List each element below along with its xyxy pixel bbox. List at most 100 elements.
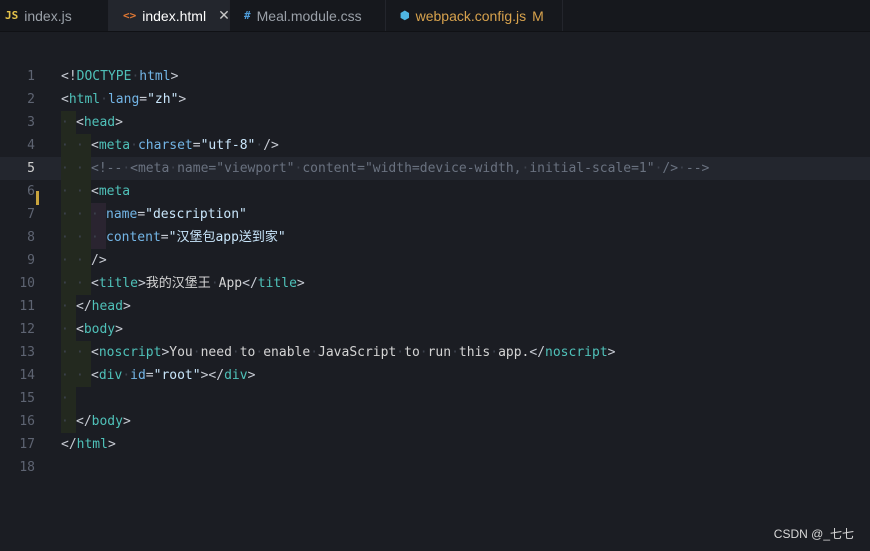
string-token: "汉堡包app送到家" — [168, 230, 286, 245]
whitespace-dot: · — [61, 414, 69, 429]
whitespace-dot: · — [61, 184, 69, 199]
text-token: JavaScript — [318, 345, 397, 360]
attribute-token: name — [106, 207, 138, 222]
text-token: to — [239, 345, 256, 360]
line-number: 14 — [19, 368, 35, 383]
indent-guide: · — [61, 111, 76, 134]
punctuation-token: > — [247, 368, 256, 383]
whitespace-dot: · — [91, 230, 99, 245]
code-line[interactable]: 5 · · <!--·<meta·name="viewport"·content="w… — [0, 157, 870, 180]
punctuation-token: = — [160, 230, 169, 245]
code-line[interactable]: 17 </html> — [0, 433, 870, 456]
punctuation-token: > — [178, 92, 187, 107]
line-number: 1 — [27, 69, 35, 84]
whitespace-dot: · — [122, 368, 131, 383]
tag-name-token: html — [68, 92, 101, 107]
tag-name-token: noscript — [545, 345, 608, 360]
whitespace-dot: · — [61, 207, 69, 222]
line-number: 15 — [19, 391, 35, 406]
tag-name-token: div — [224, 368, 248, 383]
tab-label: webpack.config.js — [415, 7, 527, 24]
punctuation-token: > — [107, 437, 116, 452]
indent-guide: · — [61, 180, 76, 203]
indent-guide: · — [61, 410, 76, 433]
punctuation-token: </ — [61, 437, 77, 452]
line-code: · <body> — [61, 318, 123, 341]
code-line[interactable]: 14 · · <div·id="root"></div> — [0, 364, 870, 387]
string-token: "description" — [145, 207, 247, 222]
code-line[interactable]: 3 · <head> — [0, 111, 870, 134]
indent-guide: · — [76, 272, 91, 295]
text-token: enable — [263, 345, 311, 360]
code-line[interactable]: 12 · <body> — [0, 318, 870, 341]
indent-guide: · — [76, 180, 91, 203]
indent-guide: · — [91, 226, 106, 249]
code-line[interactable]: 18 — [0, 456, 870, 479]
tab-label: index.js — [24, 7, 72, 24]
code-line[interactable]: 9 · · /> — [0, 249, 870, 272]
csdn-watermark: CSDN @_七七 — [773, 527, 854, 541]
indent-guide: · — [76, 249, 91, 272]
whitespace-dot: · — [76, 138, 84, 153]
punctuation-token: </ — [529, 345, 546, 360]
line-number: 8 — [27, 230, 35, 245]
code-line[interactable]: 6 · · <meta — [0, 180, 870, 203]
whitespace-dot: · — [76, 276, 84, 291]
text-token: to — [404, 345, 420, 360]
code-line[interactable]: 15 · — [0, 387, 870, 410]
tab-index-html[interactable]: <> index.html ✕ — [109, 0, 230, 31]
whitespace-dot: · — [76, 345, 84, 360]
tag-name-token: DOCTYPE — [76, 69, 132, 84]
punctuation-token: </ — [76, 414, 92, 429]
code-line[interactable]: 10 · · <title>我的汉堡王·App</title> — [0, 272, 870, 295]
code-editor[interactable]: 1 <!DOCTYPE·html> 2 <html·lang="zh"> 3 · <head… — [0, 31, 870, 551]
whitespace-dot: · — [396, 345, 405, 360]
code-line[interactable]: 2 <html·lang="zh"> — [0, 88, 870, 111]
code-line[interactable]: 16 · </body> — [0, 410, 870, 433]
code-line[interactable]: 1 <!DOCTYPE·html> — [0, 65, 870, 88]
whitespace-dot: · — [61, 322, 69, 337]
whitespace-dot: · — [231, 345, 240, 360]
tab-index-js[interactable]: JS index.js — [0, 0, 109, 31]
line-code: · <head> — [61, 111, 123, 134]
line-code: · — [61, 387, 76, 410]
punctuation-token: < — [91, 184, 99, 199]
line-code: · · <noscript>You·need·to·enable·JavaScrip… — [61, 341, 615, 364]
attribute-token: html — [139, 69, 171, 84]
tag-name-token: div — [98, 368, 123, 383]
line-number: 6 — [27, 184, 35, 199]
code-line[interactable]: 4 · · <meta·charset="utf-8"·/> — [0, 134, 870, 157]
punctuation-token: /> — [91, 253, 107, 268]
comment-token: initial-scale=1" — [529, 161, 655, 176]
code-line[interactable]: 8 · · · content="汉堡包app送到家" — [0, 226, 870, 249]
text-token: You — [169, 345, 193, 360]
whitespace-dot: · — [76, 230, 84, 245]
code-line[interactable]: 7 · · · name="description" — [0, 203, 870, 226]
line-number: 3 — [27, 115, 35, 130]
tab-label: Meal.module.css — [256, 7, 362, 24]
indent-guide: · — [61, 203, 76, 226]
line-number: 10 — [19, 276, 35, 291]
indent-guide: · — [76, 157, 91, 180]
indent-guide: · — [61, 341, 76, 364]
tab-meal-module-css[interactable]: # Meal.module.css — [230, 0, 386, 31]
attribute-token: lang — [107, 92, 140, 107]
code-line[interactable]: 13 · · <noscript>You·need·to·enable·JavaScr… — [0, 341, 870, 364]
whitespace-dot: · — [61, 253, 69, 268]
line-number: 17 — [19, 437, 35, 452]
indent-guide: · — [61, 134, 76, 157]
whitespace-dot: · — [76, 161, 84, 176]
close-tab-icon[interactable]: ✕ — [218, 7, 230, 24]
code-line[interactable]: 11 · </head> — [0, 295, 870, 318]
line-number: 12 — [19, 322, 35, 337]
text-token: run — [427, 345, 452, 360]
attribute-token: content — [106, 230, 161, 245]
tab-webpack-config-js[interactable]: ⬢ webpack.config.js M — [386, 0, 563, 31]
line-code: <html·lang="zh"> — [61, 88, 186, 111]
punctuation-token: > — [170, 69, 179, 84]
line-number: 5 — [27, 161, 35, 176]
punctuation-token: < — [76, 115, 84, 130]
string-token: "root" — [153, 368, 201, 383]
line-number: 7 — [27, 207, 35, 222]
tag-name-token: title — [98, 276, 138, 291]
